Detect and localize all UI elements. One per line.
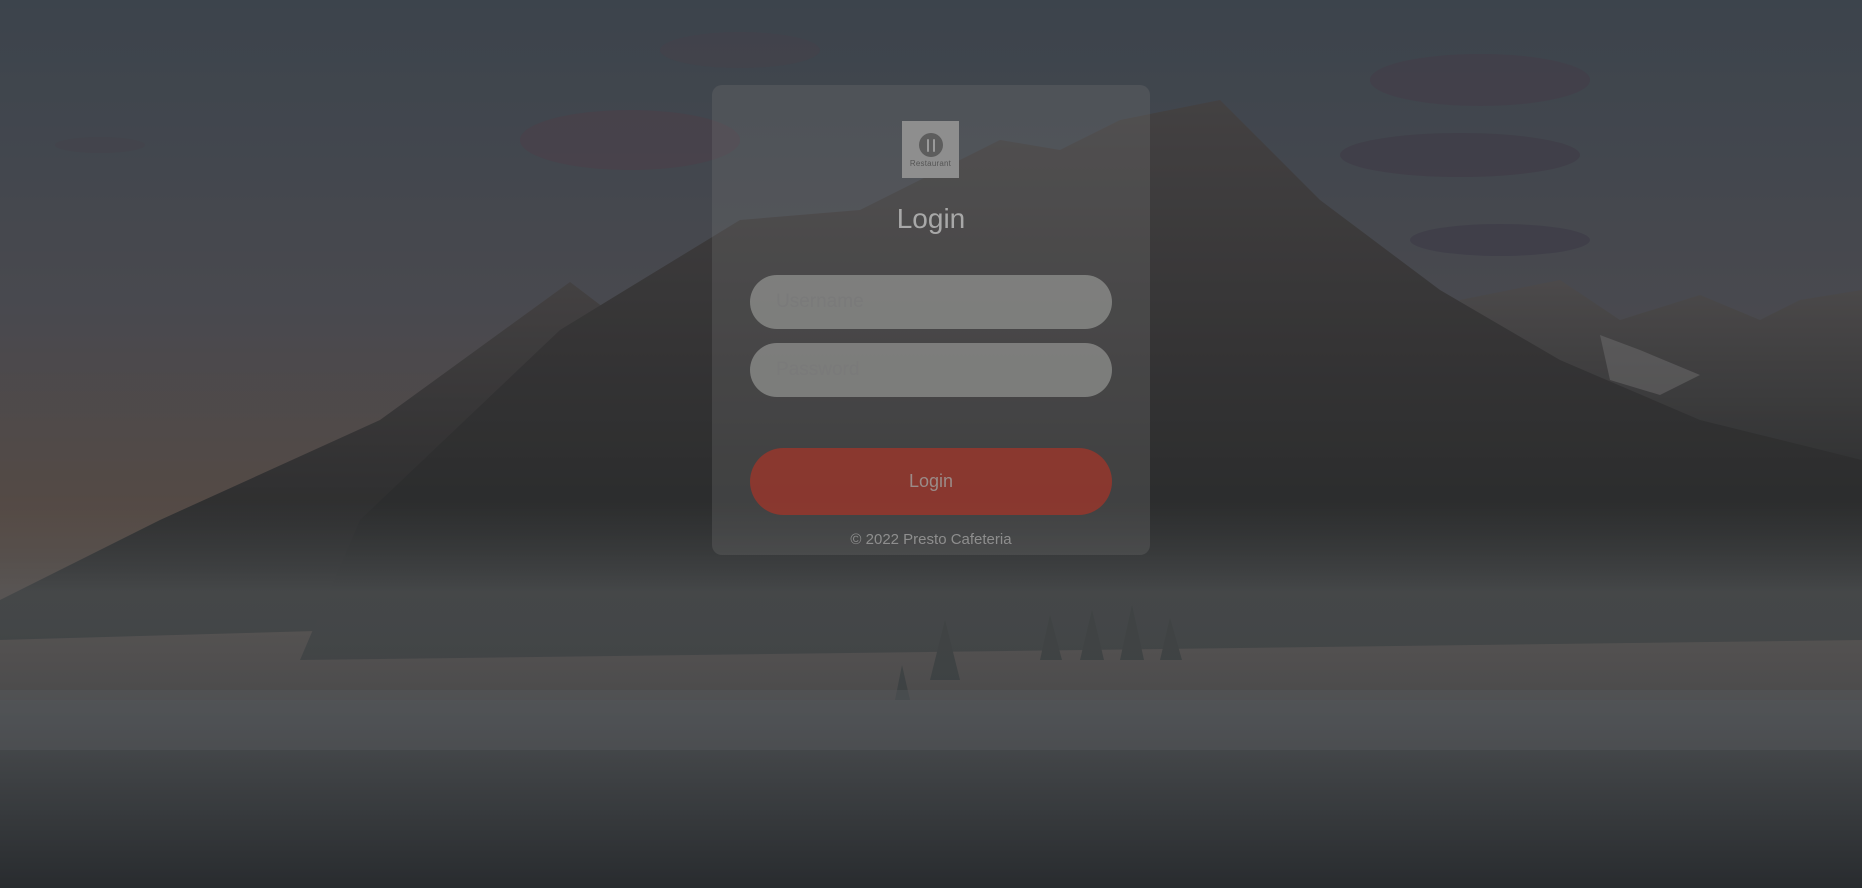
- logo-text: Restaurant: [909, 159, 952, 168]
- password-input[interactable]: [750, 343, 1112, 397]
- copyright-footer: © 2022 Presto Cafeteria: [850, 531, 1012, 548]
- fork-knife-icon: [918, 133, 943, 157]
- restaurant-logo: Restaurant: [902, 121, 959, 178]
- username-input[interactable]: [750, 275, 1112, 329]
- login-button[interactable]: Login: [750, 448, 1112, 515]
- login-title: Login: [896, 203, 966, 234]
- login-page: Restaurant Login Login © 2022 Presto Caf…: [0, 0, 1862, 888]
- login-card: Restaurant Login Login © 2022 Presto Caf…: [712, 85, 1150, 555]
